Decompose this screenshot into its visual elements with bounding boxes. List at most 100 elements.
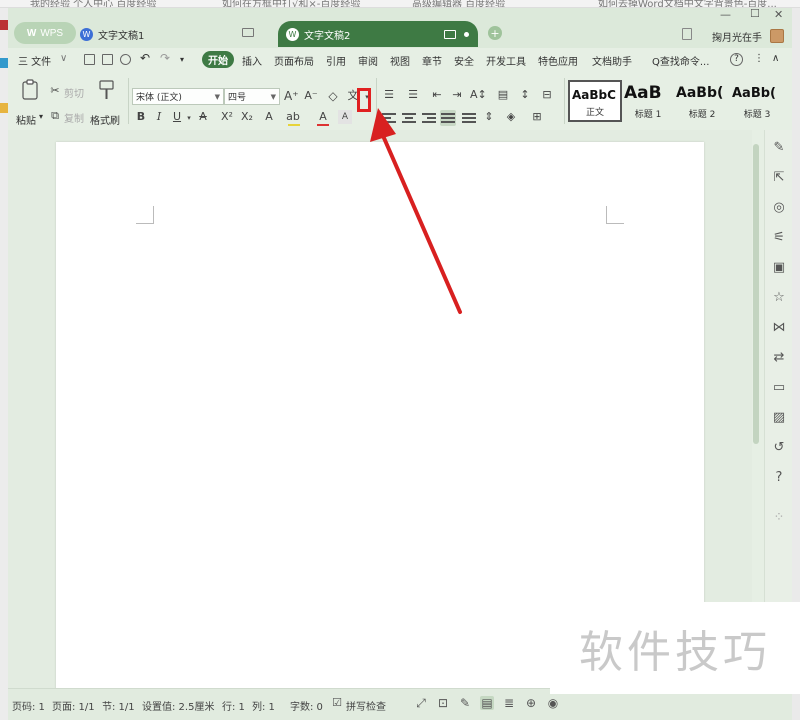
subscript-icon[interactable]: X₂ — [240, 110, 254, 124]
tab-page-layout[interactable]: 页面布局 — [274, 53, 314, 68]
tab-references[interactable]: 引用 — [326, 53, 346, 68]
cut-button[interactable]: 剪切 — [64, 85, 84, 100]
style-heading-2[interactable]: AaBb( 标题 2 — [674, 80, 730, 122]
paste-button[interactable]: 粘贴 — [16, 112, 36, 127]
spellcheck-button[interactable]: 拼写检查 — [346, 698, 386, 713]
italic-icon[interactable]: I — [152, 110, 166, 124]
distribute-icon[interactable] — [462, 112, 476, 124]
grow-font-icon[interactable]: A⁺ — [284, 89, 299, 103]
tab-review[interactable]: 审阅 — [358, 53, 378, 68]
image-frame-icon[interactable]: ▣ — [771, 260, 787, 276]
full-screen-icon[interactable]: ⤢ — [414, 696, 428, 710]
status-pages[interactable]: 页面: 1/1 — [52, 698, 95, 713]
scrollbar-thumb[interactable] — [753, 144, 759, 444]
browser-tab[interactable]: 如何在方框中打√和×-百度经验 — [222, 0, 360, 7]
new-tab-plus-icon[interactable]: + — [488, 26, 502, 40]
browser-tab[interactable]: 我的经验 个人中心 百度经验 — [30, 0, 156, 7]
command-search[interactable]: Q查找命令... — [652, 53, 709, 68]
font-size-select[interactable]: 四号 ▼ — [224, 88, 280, 105]
history-icon[interactable]: ↺ — [771, 440, 787, 456]
font-name-select[interactable]: 宋体 (正文) ▼ — [132, 88, 224, 105]
chevron-down-icon[interactable]: ▼ — [215, 93, 220, 101]
align-center-icon[interactable] — [402, 112, 416, 124]
file-menu[interactable]: 三 文件 — [18, 53, 51, 68]
status-column[interactable]: 列: 1 — [252, 698, 275, 713]
collapse-ribbon-icon[interactable]: ∧ — [772, 53, 779, 64]
paste-icon[interactable] — [20, 78, 42, 102]
bold-icon[interactable]: B — [134, 110, 148, 124]
adjust-icon[interactable]: ⚟ — [771, 230, 787, 246]
tab-view[interactable]: 视图 — [390, 53, 410, 68]
char-shading-icon[interactable]: A — [338, 110, 352, 124]
increase-indent-icon[interactable]: ⇥ — [450, 88, 464, 102]
scissors-icon[interactable]: ✂ — [48, 84, 62, 98]
grid-apps-icon[interactable]: ⁘ — [771, 510, 787, 526]
status-row[interactable]: 行: 1 — [222, 698, 245, 713]
avatar[interactable] — [770, 29, 784, 43]
web-view-icon[interactable]: ⊕ — [524, 696, 538, 710]
status-setting-value[interactable]: 设置值: 2.5厘米 — [142, 698, 214, 713]
text-effect-icon[interactable]: A — [262, 110, 276, 124]
tab-doc-assistant[interactable]: 文档助手 — [592, 53, 632, 68]
paragraph-spacing-icon[interactable]: ⇕ — [482, 110, 496, 124]
shrink-font-icon[interactable]: A⁻ — [304, 89, 318, 103]
strikethrough-icon[interactable]: A — [196, 110, 210, 124]
outline-view-icon[interactable]: ≣ — [502, 696, 516, 710]
tab-insert[interactable]: 插入 — [242, 53, 262, 68]
tab-security[interactable]: 安全 — [454, 53, 474, 68]
tab-developer[interactable]: 开发工具 — [486, 53, 526, 68]
redo-icon[interactable]: ↷ — [160, 51, 170, 65]
text-direction-icon[interactable]: A↕ — [470, 88, 487, 102]
status-section[interactable]: 节: 1/1 — [102, 698, 135, 713]
select-cursor-icon[interactable]: ⇱ — [771, 170, 787, 186]
highlight-color-icon[interactable]: ab — [286, 110, 300, 124]
justify-icon[interactable] — [440, 110, 456, 126]
show-marks-icon[interactable]: ⊟ — [540, 88, 554, 102]
maximize-button[interactable]: ☐ — [750, 8, 760, 20]
align-right-icon[interactable] — [422, 112, 436, 124]
print-preview-icon[interactable] — [120, 54, 131, 65]
undo-icon[interactable]: ↶ — [140, 51, 150, 65]
format-painter-button[interactable]: 格式刷 — [90, 112, 120, 127]
share-icon[interactable]: ⋈ — [771, 320, 787, 336]
borders-icon[interactable]: ⊞ — [530, 110, 544, 124]
eye-protection-icon[interactable]: ◉ — [546, 696, 560, 710]
copy-icon[interactable]: ⧉ — [48, 109, 62, 123]
page-view-icon[interactable]: ▤ — [480, 696, 494, 710]
chinese-layout-icon[interactable]: ▤ — [496, 88, 510, 102]
numbered-list-icon[interactable]: ☰ — [406, 88, 420, 102]
user-account[interactable]: 掬月光在手 — [712, 27, 792, 45]
monitor-icon[interactable] — [444, 30, 456, 39]
browser-tab[interactable]: 如何去掉Word文档中文字背景色-百度... — [598, 0, 777, 7]
bullet-list-icon[interactable]: ☰ — [382, 88, 396, 102]
chevron-down-icon[interactable]: ▼ — [271, 93, 276, 101]
line-spacing-icon[interactable]: ↕ — [518, 88, 532, 102]
spellcheck-icon[interactable]: ☑ — [330, 696, 344, 710]
shapes-icon[interactable]: ◎ — [771, 200, 787, 216]
copy-button[interactable]: 复制 — [64, 110, 84, 125]
focus-mode-icon[interactable]: ⊡ — [436, 696, 450, 710]
tab-document-1[interactable]: W 文字文稿1 — [80, 24, 144, 44]
multi-window-icon[interactable] — [682, 28, 692, 40]
minimize-button[interactable]: — — [720, 8, 731, 21]
star-icon[interactable]: ☆ — [771, 290, 787, 306]
font-color-icon[interactable]: A — [316, 110, 330, 124]
archive-icon[interactable]: ▭ — [771, 380, 787, 396]
help-circle-icon[interactable]: ? — [771, 470, 787, 486]
superscript-icon[interactable]: X² — [220, 110, 234, 124]
status-word-count[interactable]: 字数: 0 — [290, 698, 323, 713]
chevron-down-icon[interactable]: ∨ — [60, 53, 67, 64]
shading-icon[interactable]: ◈ — [504, 110, 518, 124]
pen-icon[interactable]: ✎ — [771, 140, 787, 156]
print-icon[interactable] — [102, 54, 113, 65]
edit-pen-icon[interactable]: ✎ — [458, 696, 472, 710]
style-heading-3[interactable]: AaBb( 标题 3 — [730, 80, 784, 122]
wps-home-button[interactable]: W WPS — [14, 22, 76, 44]
format-painter-icon[interactable] — [96, 78, 118, 102]
picture-icon[interactable]: ▨ — [771, 410, 787, 426]
clear-format-icon[interactable]: ◇ — [326, 89, 340, 103]
style-heading-1[interactable]: AaB 标题 1 — [622, 80, 674, 122]
help-icon[interactable]: ? — [730, 53, 743, 66]
decrease-indent-icon[interactable]: ⇤ — [430, 88, 444, 102]
close-button[interactable]: ✕ — [774, 8, 783, 21]
